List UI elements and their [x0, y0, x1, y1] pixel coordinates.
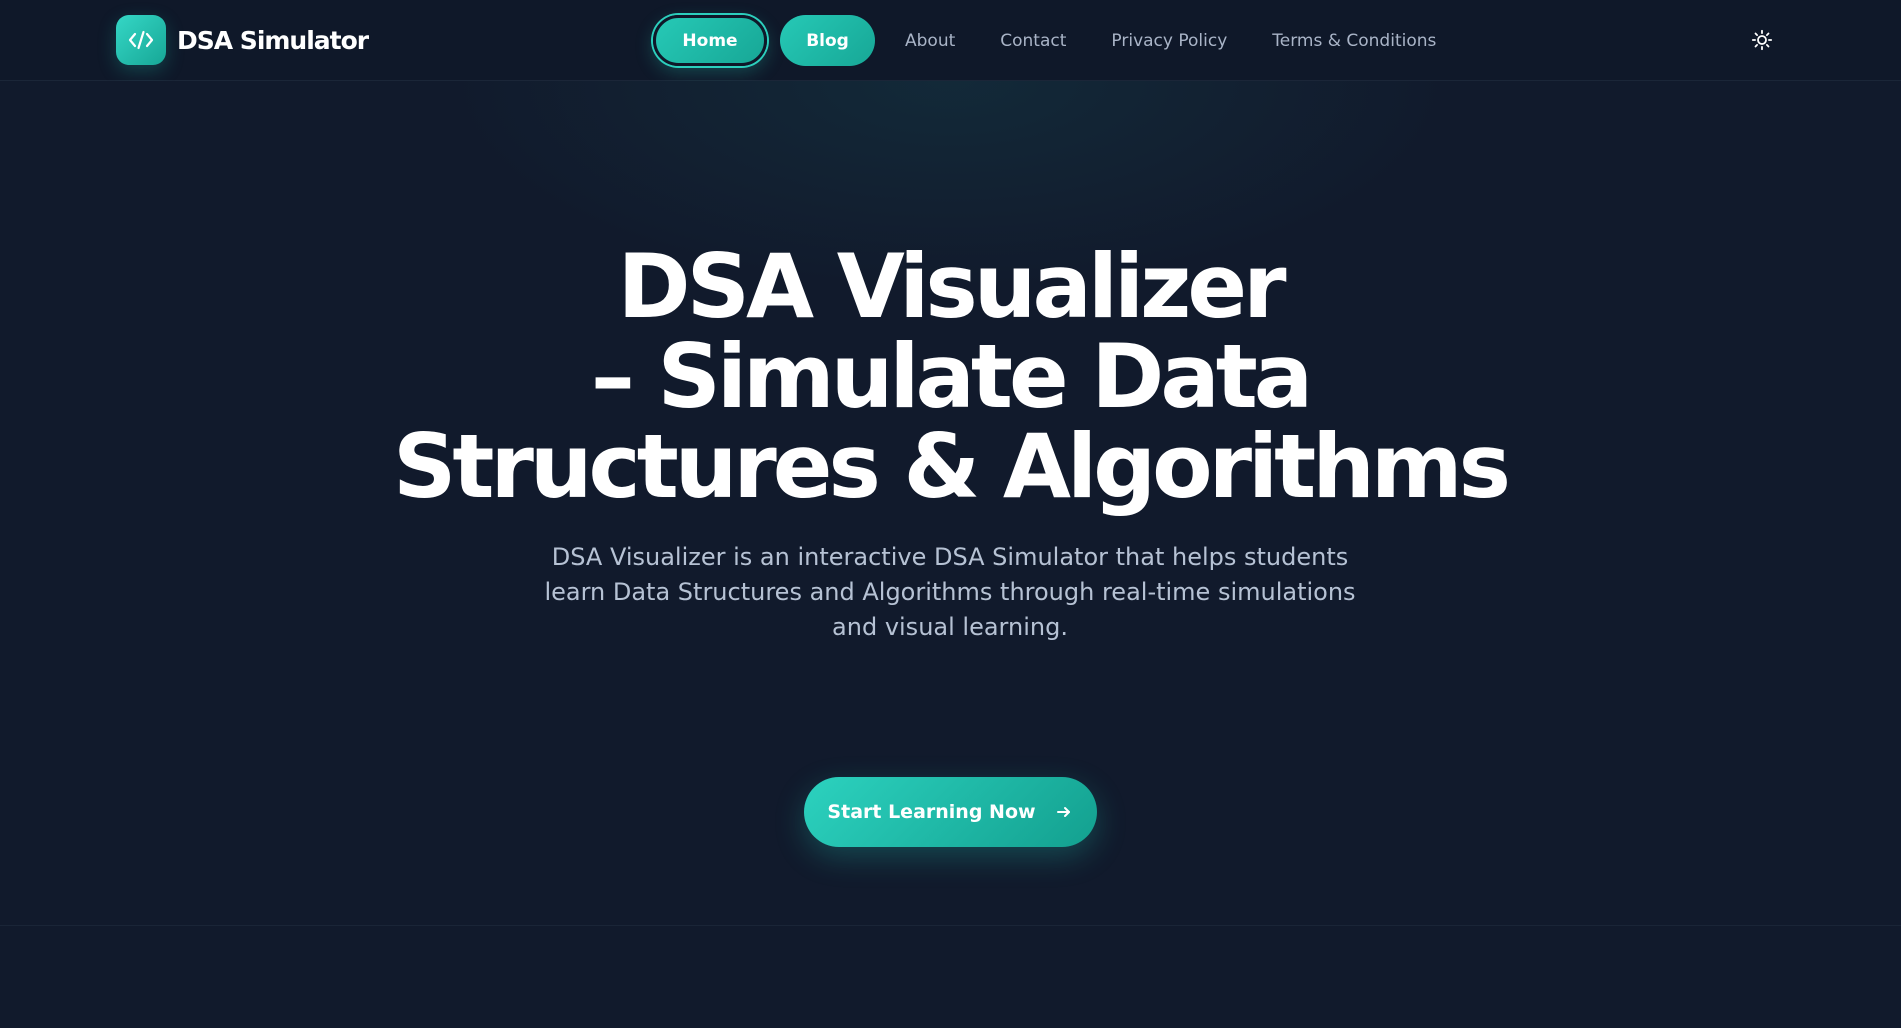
nav-about-link[interactable]: About — [905, 31, 955, 51]
brand-link[interactable]: DSA Simulator — [116, 15, 369, 65]
start-learning-label: Start Learning Now — [827, 801, 1036, 823]
code-brackets-icon — [128, 30, 154, 50]
nav-home-button[interactable]: Home — [653, 15, 767, 66]
arrow-right-icon — [1056, 807, 1070, 817]
hero-description: DSA Visualizer is an interactive DSA Sim… — [544, 543, 1356, 641]
hero-title: DSA Visualizer – Simulate Data Structure… — [350, 242, 1550, 512]
hero-title-line: – Simulate Data — [590, 325, 1313, 428]
page: DSA Simulator Home Blog About Contact Pr… — [0, 0, 1901, 1028]
top-navigation-bar: DSA Simulator Home Blog About Contact Pr… — [0, 0, 1901, 81]
nav-blog-button[interactable]: Blog — [780, 15, 875, 66]
main-navigation: Home Blog About Contact Privacy Policy T… — [653, 12, 1436, 69]
next-section-background — [0, 926, 1901, 1028]
sun-icon — [1751, 29, 1773, 51]
brand-name: DSA Simulator — [177, 25, 369, 55]
nav-terms-conditions-link[interactable]: Terms & Conditions — [1272, 31, 1436, 51]
code-icon — [116, 15, 166, 65]
nav-contact-link[interactable]: Contact — [1000, 31, 1066, 51]
start-learning-button[interactable]: Start Learning Now — [804, 777, 1097, 847]
hero-section: DSA Visualizer – Simulate Data Structure… — [0, 81, 1901, 926]
nav-privacy-policy-link[interactable]: Privacy Policy — [1111, 31, 1227, 51]
theme-toggle-button[interactable] — [1751, 29, 1773, 51]
hero-title-line: DSA Visualizer — [617, 235, 1287, 338]
hero-title-line: Structures & Algorithms — [393, 415, 1511, 518]
